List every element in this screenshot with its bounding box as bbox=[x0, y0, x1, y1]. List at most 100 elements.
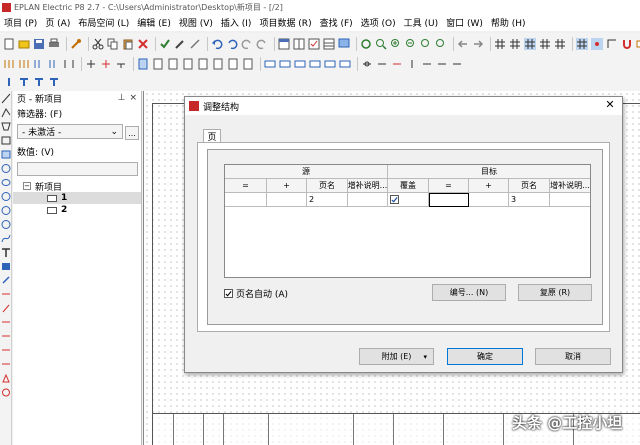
device-a-icon[interactable] bbox=[264, 58, 276, 70]
new-icon[interactable] bbox=[3, 38, 15, 50]
auto-page-name-checkbox[interactable] bbox=[224, 289, 233, 298]
symbol-c-icon[interactable] bbox=[33, 58, 45, 70]
cell-tgt-plus[interactable] bbox=[469, 193, 509, 207]
text-frame-icon[interactable] bbox=[636, 38, 640, 50]
symbol-d-icon[interactable] bbox=[48, 58, 60, 70]
tab-page[interactable]: 页 bbox=[203, 129, 221, 143]
arrow-right-icon[interactable] bbox=[472, 38, 484, 50]
zoom-in-icon[interactable] bbox=[390, 38, 402, 50]
check-icon[interactable] bbox=[159, 38, 171, 50]
arrow-left-icon[interactable] bbox=[457, 38, 469, 50]
grid-d-icon[interactable] bbox=[539, 38, 551, 50]
terminal-c-icon[interactable] bbox=[391, 58, 403, 70]
polyline-icon[interactable] bbox=[1, 107, 11, 118]
menu-page[interactable]: 页 (A) bbox=[41, 16, 74, 29]
menu-edit[interactable]: 编辑 (E) bbox=[133, 16, 175, 29]
dimension-h-icon[interactable] bbox=[1, 387, 11, 398]
monitor-icon[interactable] bbox=[338, 38, 350, 50]
circle-icon[interactable] bbox=[1, 163, 11, 174]
menu-view[interactable]: 视图 (V) bbox=[175, 16, 217, 29]
cell-src-page[interactable]: 2 bbox=[307, 193, 348, 207]
text-icon[interactable] bbox=[1, 247, 11, 258]
value-input[interactable] bbox=[17, 162, 138, 176]
snap-grid-icon[interactable] bbox=[576, 38, 588, 50]
page-g-icon[interactable] bbox=[227, 58, 239, 70]
cut-icon[interactable] bbox=[92, 38, 104, 50]
menu-layout-space[interactable]: 布局空间 (L) bbox=[74, 16, 133, 29]
cancel-button[interactable]: 取消 bbox=[535, 348, 611, 365]
conn-d-icon[interactable] bbox=[48, 76, 60, 88]
hyperlink-icon[interactable] bbox=[1, 275, 11, 286]
auto-page-name-option[interactable]: 页名自动 (A) bbox=[224, 287, 288, 300]
ok-button[interactable]: 确定 bbox=[447, 348, 523, 365]
redo-icon[interactable] bbox=[241, 38, 253, 50]
dimension-g-icon[interactable] bbox=[1, 373, 11, 384]
zoom-out-icon[interactable] bbox=[405, 38, 417, 50]
spline-icon[interactable] bbox=[1, 233, 11, 244]
col-tgt-plus[interactable]: + bbox=[469, 179, 509, 193]
col-src-suppl[interactable]: 增补说明... bbox=[348, 179, 388, 193]
node-c-icon[interactable] bbox=[115, 58, 127, 70]
arc-icon[interactable] bbox=[1, 191, 11, 202]
menu-help[interactable]: 帮助 (H) bbox=[487, 16, 530, 29]
image-icon[interactable] bbox=[1, 261, 11, 272]
col-src-plus[interactable]: + bbox=[267, 179, 307, 193]
filter-more-button[interactable]: ... bbox=[125, 126, 139, 140]
cell-overwrite[interactable] bbox=[388, 193, 429, 207]
refresh-icon[interactable] bbox=[360, 38, 372, 50]
brush-icon[interactable] bbox=[174, 38, 186, 50]
grid-b-icon[interactable] bbox=[509, 38, 521, 50]
menu-window[interactable]: 窗口 (W) bbox=[442, 16, 487, 29]
undo-list-icon[interactable] bbox=[226, 38, 238, 50]
pin-icon[interactable]: ⊥ bbox=[118, 93, 126, 103]
menu-options[interactable]: 选项 (O) bbox=[357, 16, 400, 29]
arc-c-icon[interactable] bbox=[1, 219, 11, 230]
zoom-page-icon[interactable] bbox=[435, 38, 447, 50]
terminal-e-icon[interactable] bbox=[421, 58, 433, 70]
node-a-icon[interactable] bbox=[85, 58, 97, 70]
menu-insert[interactable]: 插入 (I) bbox=[217, 16, 256, 29]
conn-a-icon[interactable] bbox=[3, 76, 15, 88]
page-e-icon[interactable] bbox=[197, 58, 209, 70]
restore-button[interactable]: 复原 (R) bbox=[518, 284, 592, 301]
line-icon[interactable] bbox=[1, 93, 11, 104]
layout-icon[interactable] bbox=[293, 38, 305, 50]
dimension-f-icon[interactable] bbox=[1, 359, 11, 370]
collapse-icon[interactable]: − bbox=[23, 182, 31, 190]
copy-icon[interactable] bbox=[107, 38, 119, 50]
page-f-icon[interactable] bbox=[212, 58, 224, 70]
zoom-fit-icon[interactable] bbox=[420, 38, 432, 50]
cell-src-eq[interactable] bbox=[225, 193, 267, 207]
save-icon[interactable] bbox=[33, 38, 45, 50]
col-tgt-eq[interactable]: = bbox=[429, 179, 469, 193]
undo-icon[interactable] bbox=[211, 38, 223, 50]
menu-project[interactable]: 项目 (P) bbox=[0, 16, 41, 29]
symbol-b-icon[interactable] bbox=[18, 58, 30, 70]
delete-icon[interactable] bbox=[137, 38, 149, 50]
tree-item-project[interactable]: − 新项目 bbox=[13, 180, 141, 193]
cell-tgt-suppl[interactable] bbox=[550, 193, 590, 207]
device-e-icon[interactable] bbox=[324, 58, 336, 70]
page-h-icon[interactable] bbox=[242, 58, 254, 70]
device-f-icon[interactable] bbox=[339, 58, 351, 70]
menu-find[interactable]: 查找 (F) bbox=[316, 16, 357, 29]
device-c-icon[interactable] bbox=[294, 58, 306, 70]
rectangle-icon[interactable] bbox=[1, 135, 11, 146]
symbol-a-icon[interactable] bbox=[3, 58, 15, 70]
redo-list-icon[interactable] bbox=[256, 38, 268, 50]
page-d-icon[interactable] bbox=[182, 58, 194, 70]
format-icon[interactable] bbox=[189, 38, 201, 50]
terminal-f-icon[interactable] bbox=[436, 58, 448, 70]
checklist-icon[interactable] bbox=[308, 38, 320, 50]
grid-a-icon[interactable] bbox=[494, 38, 506, 50]
table-icon[interactable] bbox=[323, 38, 335, 50]
close-icon[interactable]: × bbox=[129, 93, 137, 103]
menu-project-data[interactable]: 项目数据 (R) bbox=[255, 16, 315, 29]
cell-src-suppl[interactable] bbox=[348, 193, 388, 207]
dimension-e-icon[interactable] bbox=[1, 345, 11, 356]
device-d-icon[interactable] bbox=[309, 58, 321, 70]
node-b-icon[interactable] bbox=[100, 58, 112, 70]
dimension-b-icon[interactable] bbox=[1, 303, 11, 314]
number-button[interactable]: 编号... (N) bbox=[432, 284, 506, 301]
overwrite-checkbox[interactable] bbox=[390, 195, 399, 204]
